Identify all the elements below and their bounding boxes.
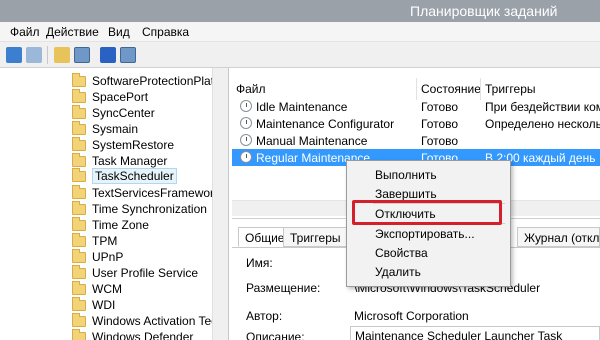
menu-action[interactable]: Действие	[46, 25, 99, 39]
description-label: Описание:	[246, 330, 305, 340]
tree-item[interactable]: SoftwareProtectionPlatfor	[72, 72, 228, 89]
folder-icon	[72, 88, 86, 103]
clock-icon	[240, 151, 252, 163]
forward-arrow-icon[interactable]	[26, 47, 42, 63]
column-header-status[interactable]: Состояние	[417, 78, 481, 100]
author-label: Автор:	[246, 309, 283, 323]
menu-item-export[interactable]: Экспортировать...	[375, 227, 475, 245]
folder-icon	[72, 167, 86, 182]
clock-icon	[240, 117, 252, 129]
description-value[interactable]: Maintenance Scheduler Launcher Task	[350, 326, 600, 340]
menu-view[interactable]: Вид	[108, 25, 130, 39]
column-header-file[interactable]: Файл	[232, 78, 417, 100]
menu-file[interactable]: Файл	[10, 25, 40, 39]
folder-icon	[72, 200, 86, 215]
column-header-triggers[interactable]: Триггеры	[481, 78, 600, 100]
tree-item[interactable]: Task Manager	[72, 152, 167, 169]
folder-icon	[72, 216, 86, 231]
title-bar: Планировщик заданий	[0, 0, 600, 22]
back-arrow-icon[interactable]	[6, 47, 22, 63]
toolbar	[0, 42, 600, 68]
tab-triggers[interactable]: Триггеры	[283, 227, 348, 247]
folder-icon	[72, 152, 86, 167]
menu-item-delete[interactable]: Удалить	[375, 265, 421, 283]
tree-scrollbar[interactable]	[212, 68, 228, 340]
folder-icon	[72, 248, 86, 263]
folder-tree: SoftwareProtectionPlatfor SpacePort Sync…	[0, 68, 229, 340]
action-pane-icon[interactable]	[120, 47, 136, 63]
tree-item-taskscheduler[interactable]: TaskScheduler	[72, 167, 177, 184]
tree-item[interactable]: SyncCenter	[72, 104, 155, 121]
tree-item[interactable]: TPM	[72, 232, 117, 249]
menu-help[interactable]: Справка	[142, 25, 189, 39]
tree-item[interactable]: WCM	[72, 280, 122, 297]
help-icon[interactable]	[100, 47, 116, 63]
tree-item[interactable]: Windows Activation Techi	[72, 312, 227, 329]
menu-bar: Файл Действие Вид Справка	[0, 22, 600, 42]
task-row[interactable]: Manual Maintenance Готово	[232, 132, 600, 149]
folder-icon	[72, 120, 86, 135]
task-row[interactable]: Idle Maintenance Готово При бездействии …	[232, 98, 600, 115]
menu-item-run[interactable]: Выполнить	[375, 168, 437, 186]
folder-icon	[72, 280, 86, 295]
author-value: Microsoft Corporation	[354, 309, 469, 323]
up-folder-icon[interactable]	[54, 47, 70, 63]
tree-item[interactable]: Sysmain	[72, 120, 138, 137]
folder-icon	[72, 72, 86, 87]
toolbar-separator	[47, 46, 48, 64]
tree-item[interactable]: WDI	[72, 296, 115, 313]
name-label: Имя:	[246, 256, 273, 270]
window-title: Планировщик заданий	[410, 3, 558, 19]
folder-icon	[72, 264, 86, 279]
tree-item[interactable]: Windows Defender	[72, 328, 193, 340]
folder-icon	[72, 312, 86, 327]
folder-icon	[72, 328, 86, 340]
clock-icon	[240, 100, 252, 112]
show-hide-tree-icon[interactable]	[74, 47, 90, 63]
tree-item[interactable]: Time Synchronization	[72, 200, 207, 217]
highlight-box	[352, 200, 502, 225]
tree-item[interactable]: UPnP	[72, 248, 123, 265]
tab-history[interactable]: Журнал (отклю	[517, 227, 600, 247]
tree-item[interactable]: SystemRestore	[72, 136, 174, 153]
location-label: Размещение:	[246, 281, 321, 295]
tree-item[interactable]: User Profile Service	[72, 264, 198, 281]
clock-icon	[240, 134, 252, 146]
tree-item[interactable]: SpacePort	[72, 88, 148, 105]
menu-item-properties[interactable]: Свойства	[375, 246, 428, 264]
tree-item[interactable]: Time Zone	[72, 216, 149, 233]
folder-icon	[72, 136, 86, 151]
tree-item[interactable]: TextServicesFramework	[72, 184, 220, 201]
folder-icon	[72, 232, 86, 247]
folder-icon	[72, 104, 86, 119]
folder-icon	[72, 296, 86, 311]
folder-icon	[72, 184, 86, 199]
task-row[interactable]: Maintenance Configurator Готово Определе…	[232, 115, 600, 132]
